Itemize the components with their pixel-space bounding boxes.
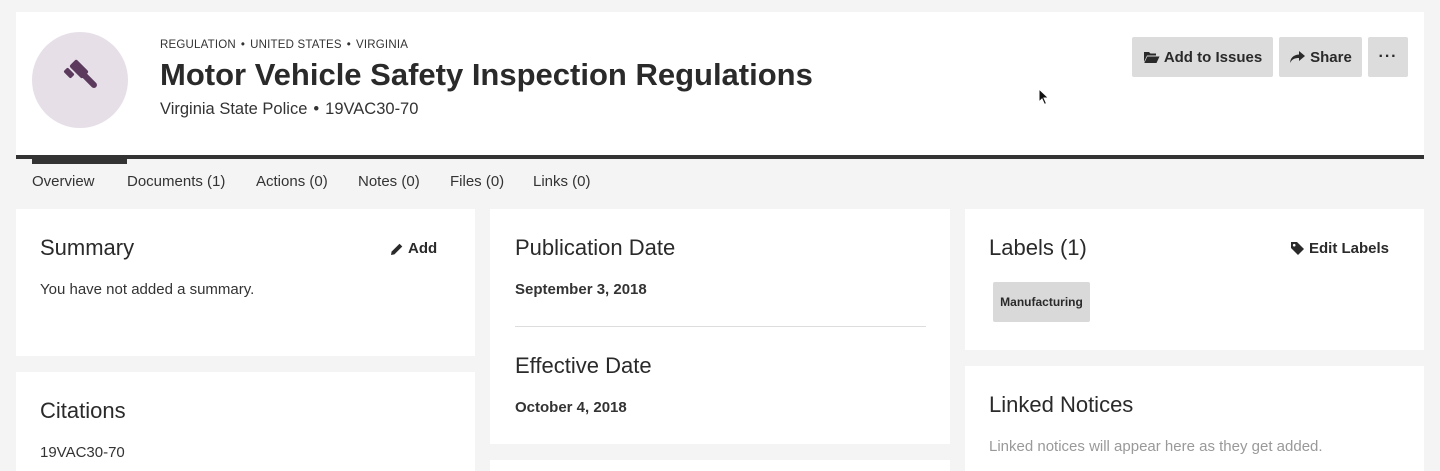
linked-notices-card: Linked Notices Linked notices will appea… — [965, 366, 1424, 471]
publication-date-title: Publication Date — [515, 235, 676, 260]
pencil-icon — [391, 243, 403, 255]
page-title: Motor Vehicle Safety Inspection Regulati… — [160, 57, 813, 92]
record-avatar — [32, 32, 128, 128]
tab-bar: Overview Documents (1) Actions (0) Notes… — [16, 159, 1424, 203]
publication-date-value: September 3, 2018 — [515, 281, 647, 298]
breadcrumb-country[interactable]: UNITED STATES — [250, 39, 342, 51]
linked-notices-empty-text: Linked notices will appear here as they … — [989, 438, 1323, 455]
dates-card: Publication Date September 3, 2018 Effec… — [490, 209, 950, 444]
tab-links[interactable]: Links (0) — [533, 159, 591, 203]
gavel-icon — [63, 59, 97, 88]
tab-overview[interactable]: Overview — [32, 159, 127, 203]
share-arrow-icon — [1290, 51, 1306, 63]
breadcrumb: REGULATION • UNITED STATES • VIRGINIA — [160, 39, 409, 51]
citations-card: Citations 19VAC30-70 — [16, 372, 475, 471]
edit-labels-label: Edit Labels — [1309, 240, 1390, 257]
breadcrumb-type: REGULATION — [160, 39, 236, 51]
ellipsis-icon: ··· — [1378, 48, 1398, 65]
add-summary-label: Add — [408, 240, 438, 257]
mouse-cursor-icon — [1038, 88, 1050, 106]
tab-actions[interactable]: Actions (0) — [256, 159, 328, 203]
effective-date-title: Effective Date — [515, 353, 652, 378]
edit-labels-button[interactable]: Edit Labels — [1290, 240, 1389, 257]
tab-notes[interactable]: Notes (0) — [358, 159, 420, 203]
folder-open-icon — [1143, 52, 1160, 63]
citation-item[interactable]: 19VAC30-70 — [40, 444, 125, 461]
summary-empty-text: You have not added a summary. — [40, 281, 255, 298]
tab-files[interactable]: Files (0) — [450, 159, 504, 203]
tag-icon — [1291, 242, 1304, 255]
linked-notices-title: Linked Notices — [989, 392, 1134, 417]
labels-card: Labels (1) Edit Labels Manufacturing — [965, 209, 1424, 350]
tab-documents[interactable]: Documents (1) — [127, 159, 225, 203]
label-chip[interactable]: Manufacturing — [993, 282, 1090, 322]
citations-title: Citations — [40, 398, 126, 423]
record-header: REGULATION • UNITED STATES • VIRGINIA Motor … — [16, 12, 1424, 159]
add-to-issues-button[interactable]: Add to Issues — [1132, 37, 1273, 77]
share-button[interactable]: Share — [1279, 37, 1362, 77]
breadcrumb-state[interactable]: VIRGINIA — [356, 39, 408, 51]
regulation-code: 19VAC30-70 — [325, 100, 419, 118]
additional-card — [490, 460, 950, 471]
labels-title: Labels (1) — [989, 235, 1087, 260]
add-to-issues-label: Add to Issues — [1163, 48, 1263, 66]
share-label: Share — [1310, 48, 1352, 66]
summary-title: Summary — [40, 235, 135, 260]
more-options-button[interactable]: ··· — [1368, 37, 1408, 77]
summary-card: Summary Add You have not added a summary… — [16, 209, 475, 356]
agency-name: Virginia State Police — [160, 100, 308, 118]
dates-divider — [515, 326, 926, 327]
add-summary-button[interactable]: Add — [390, 240, 437, 257]
effective-date-value: October 4, 2018 — [515, 399, 627, 416]
record-subtitle: Virginia State Police • 19VAC30-70 — [160, 100, 419, 118]
